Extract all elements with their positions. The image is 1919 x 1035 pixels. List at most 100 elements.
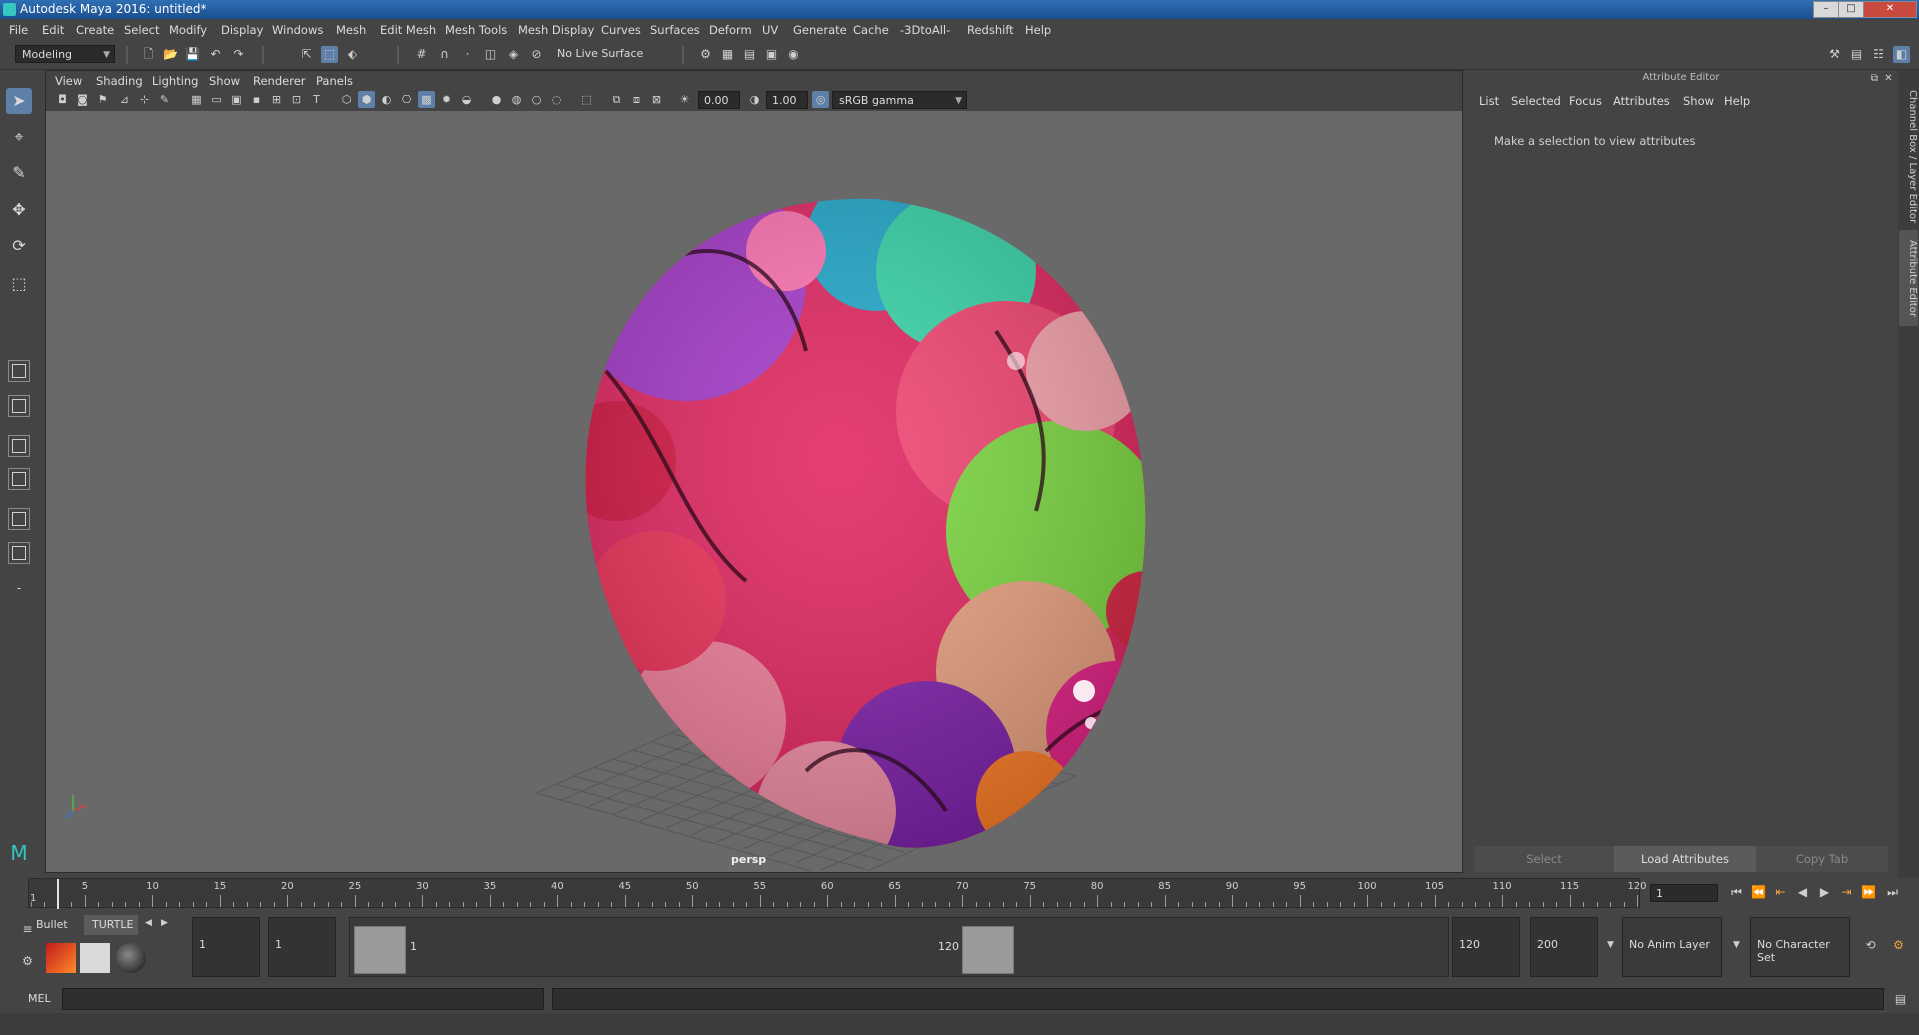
panel-menu-shading[interactable]: Shading	[96, 74, 143, 88]
persp-outliner-layout-icon[interactable]	[8, 435, 30, 457]
wireframe-icon[interactable]: ⬡	[338, 91, 355, 108]
snap-view-plane-icon[interactable]: ◫	[482, 46, 499, 63]
render-frame-icon[interactable]: ▤	[741, 46, 758, 63]
viewport-panel[interactable]: View Shading Lighting Show Renderer Pane…	[45, 70, 1463, 873]
load-attributes-button[interactable]: Load Attributes	[1614, 846, 1756, 872]
menu-mesh-tools[interactable]: Mesh Tools	[445, 23, 507, 37]
image-plane-icon[interactable]: ⊿	[116, 91, 133, 108]
select-component-icon[interactable]: ⬖	[344, 46, 361, 63]
step-forward-key-icon[interactable]: ⏩	[1860, 884, 1877, 901]
minimize-button[interactable]: –	[1813, 1, 1839, 18]
attribute-editor-tab[interactable]: Attribute Editor	[1899, 230, 1918, 326]
chevron-down-icon[interactable]: ▼	[1728, 937, 1745, 954]
menu-edit[interactable]: Edit	[42, 23, 64, 37]
current-frame-field[interactable]: 1	[1650, 884, 1718, 902]
color-management-icon[interactable]: ◎	[812, 91, 829, 108]
grease-pencil-icon[interactable]: ✎	[156, 91, 173, 108]
menu-3dtoall[interactable]: -3DtoAll-	[900, 23, 950, 37]
safe-title-icon[interactable]: T	[308, 91, 325, 108]
ipr-render-icon[interactable]: ▣	[763, 46, 780, 63]
turtle-render-icon[interactable]	[46, 943, 76, 973]
gamma-field[interactable]: 1.00	[766, 91, 808, 109]
script-editor-icon[interactable]: ▤	[1892, 991, 1909, 1008]
panel-menu-show[interactable]: Show	[209, 74, 240, 88]
field-chart-icon[interactable]: ⊞	[268, 91, 285, 108]
command-input[interactable]	[62, 988, 544, 1010]
channel-box-tab[interactable]: Channel Box / Layer Editor	[1899, 82, 1918, 232]
snap-surface-icon[interactable]: ◈	[505, 46, 522, 63]
menu-deform[interactable]: Deform	[709, 23, 752, 37]
shelf-tab-turtle[interactable]: TURTLE	[84, 915, 138, 935]
modeling-toolkit-icon[interactable]: ⚒	[1826, 46, 1843, 63]
exposure-field[interactable]: 0.00	[698, 91, 740, 109]
anim-start-field[interactable]: 1	[268, 917, 336, 977]
shelf-scroll-left-icon[interactable]: ◀	[140, 915, 157, 932]
menu-uv[interactable]: UV	[762, 23, 778, 37]
menu-windows[interactable]: Windows	[272, 23, 323, 37]
step-back-key-icon[interactable]: ⏪	[1750, 884, 1767, 901]
screen-space-ao-icon[interactable]: ●	[488, 91, 505, 108]
step-back-frame-icon[interactable]: ⇤	[1772, 884, 1789, 901]
save-scene-icon[interactable]: 💾	[184, 46, 201, 63]
scale-tool-icon[interactable]: ⬚	[6, 271, 32, 297]
mode-dropdown[interactable]: Modeling ▼	[15, 45, 115, 63]
select-tool-icon[interactable]: ➤	[6, 88, 32, 114]
snap-point-icon[interactable]: ⋅	[459, 46, 476, 63]
channel-box-toggle-icon[interactable]: ◧	[1893, 46, 1910, 63]
xray-joints-icon[interactable]: ⧈	[628, 91, 645, 108]
single-perspective-layout-icon[interactable]	[8, 360, 30, 382]
rotate-tool-icon[interactable]: ⟳	[6, 233, 32, 259]
select-object-icon[interactable]: ⬚	[321, 46, 338, 63]
render-settings-icon[interactable]: ⚙	[697, 46, 714, 63]
menu-redshift[interactable]: Redshift	[967, 23, 1014, 37]
2d-pan-zoom-icon[interactable]: ⊹	[136, 91, 153, 108]
anim-layer-dropdown[interactable]: No Anim Layer	[1622, 917, 1722, 977]
turtle-bake-icon[interactable]	[80, 943, 110, 973]
menu-mesh[interactable]: Mesh	[336, 23, 366, 37]
default-material-icon[interactable]: ◐	[378, 91, 395, 108]
outliner-layout-icon[interactable]	[8, 508, 30, 530]
hypershade-layout-icon[interactable]	[8, 542, 30, 564]
anim-end-field[interactable]: 200	[1530, 917, 1598, 977]
snap-grid-icon[interactable]: #	[413, 46, 430, 63]
undo-icon[interactable]: ↶	[207, 46, 224, 63]
range-end-handle[interactable]	[962, 926, 1014, 974]
film-gate-icon[interactable]: ▭	[208, 91, 225, 108]
panel-menu-lighting[interactable]: Lighting	[152, 74, 198, 88]
menu-modify[interactable]: Modify	[169, 23, 207, 37]
go-to-start-icon[interactable]: ⏮	[1728, 884, 1745, 901]
isolate-select-icon[interactable]: ⬚	[578, 91, 595, 108]
gamma-icon[interactable]: ◑	[746, 91, 763, 108]
current-time-marker[interactable]	[57, 879, 59, 909]
menu-generate[interactable]: Generate	[793, 23, 847, 37]
menu-edit-mesh[interactable]: Edit Mesh	[380, 23, 436, 37]
start-time-field[interactable]: 1	[192, 917, 260, 977]
time-slider[interactable]: 5 10 15 20 25 30 35 40 45 50 55 60 65 70 75 80 85 90 95 100…	[0, 878, 1919, 918]
textured-icon[interactable]: ▩	[418, 91, 435, 108]
camera-attr-icon[interactable]: ◙	[74, 91, 91, 108]
shadows-icon[interactable]: ◒	[458, 91, 475, 108]
snap-curve-icon[interactable]: ∩	[436, 46, 453, 63]
command-language-label[interactable]: MEL	[28, 992, 51, 1005]
smooth-shade-icon[interactable]: ⬢	[358, 91, 375, 108]
wireframe-on-shaded-icon[interactable]: ⎔	[398, 91, 415, 108]
render-view-icon[interactable]: ▦	[719, 46, 736, 63]
xray-components-icon[interactable]: ⊠	[648, 91, 665, 108]
menu-help[interactable]: Help	[1025, 23, 1051, 37]
use-all-lights-icon[interactable]: ✹	[438, 91, 455, 108]
ae-menu-help[interactable]: Help	[1724, 94, 1750, 108]
ae-menu-selected[interactable]: Selected	[1511, 94, 1561, 108]
exposure-icon[interactable]: ☀	[676, 91, 693, 108]
preferences-icon[interactable]: ⚙	[1890, 937, 1907, 954]
auto-key-icon[interactable]: ⟲	[1862, 937, 1879, 954]
panel-menu-view[interactable]: View	[55, 74, 82, 88]
shelf-settings-icon[interactable]: ⚙	[19, 953, 36, 970]
menu-cache[interactable]: Cache	[853, 23, 889, 37]
menu-surfaces[interactable]: Surfaces	[650, 23, 700, 37]
grid-toggle-icon[interactable]: ▦	[188, 91, 205, 108]
scene-canvas[interactable]	[46, 111, 1462, 871]
redo-icon[interactable]: ↷	[230, 46, 247, 63]
turtle-sphere-icon[interactable]	[116, 943, 146, 973]
select-button[interactable]: Select	[1474, 846, 1614, 872]
range-start-handle[interactable]	[354, 926, 406, 974]
